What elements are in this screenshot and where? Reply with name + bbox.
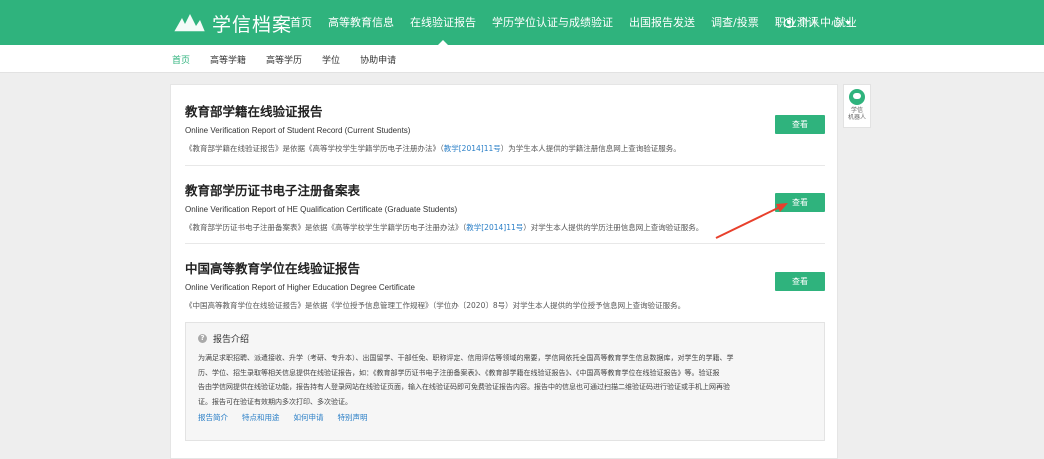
intro-links: 报告简介 特点和用途 如何申请 特别声明	[198, 412, 812, 423]
link-features-uses[interactable]: 特点和用途	[242, 412, 280, 423]
subnav-qualification[interactable]: 高等学历	[266, 53, 302, 66]
report-title: 中国高等教育学位在线验证报告	[185, 261, 361, 276]
robot-avatar-icon	[849, 89, 865, 105]
report-description-text: ）为学生本人提供的学籍注册信息网上查询验证服务。	[500, 144, 681, 153]
intro-title: 报告介绍	[213, 335, 250, 345]
link-how-to-apply[interactable]: 如何申请	[294, 412, 324, 423]
report-item-student-record: 教育部学籍在线验证报告 Online Verification Report o…	[185, 101, 825, 154]
subnav-assist-apply[interactable]: 协助申请	[360, 53, 396, 66]
chevron-down-icon	[845, 20, 851, 25]
regulation-link[interactable]: 教学[2014]11号	[444, 144, 501, 153]
report-subtitle: Online Verification Report of Higher Edu…	[185, 283, 415, 292]
nav-degree-certification[interactable]: 学历学位认证与成绩验证	[492, 0, 613, 45]
view-button[interactable]: 查看	[775, 115, 825, 134]
nav-online-verification-report[interactable]: 在线验证报告	[410, 0, 476, 45]
intro-line: 证。报告可在验证有效期内多次打印、多次验证。	[198, 397, 352, 406]
report-introduction-box: ? 报告介绍 为满足求职招聘、派遣接收、升学（考研、专升本）、出国留学、干部任免…	[185, 322, 825, 441]
widget-label-line1: 学信	[850, 107, 863, 114]
subnav-degree[interactable]: 学位	[322, 53, 340, 66]
report-item-degree: 中国高等教育学位在线验证报告 Online Verification Repor…	[185, 258, 825, 311]
nav-survey-vote[interactable]: 调查/投票	[711, 0, 759, 45]
report-list-panel: 教育部学籍在线验证报告 Online Verification Report o…	[170, 84, 838, 459]
report-title: 教育部学籍在线验证报告	[185, 104, 323, 119]
site-logo[interactable]: 学信档案	[172, 9, 292, 37]
nav-overseas-report[interactable]: 出国报告发送	[629, 0, 695, 45]
view-button[interactable]: 查看	[775, 272, 825, 291]
report-description-text: 《中国高等教育学位在线验证报告》是依据《学位授予信息管理工作规程》（学位办〔20…	[185, 301, 686, 310]
intro-header: ? 报告介绍	[198, 332, 812, 345]
user-center-menu[interactable]: 个人中心	[784, 0, 851, 45]
intro-line: 为满足求职招聘、派遣接收、升学（考研、专升本）、出国留学、干部任免、职称评定、信…	[198, 354, 734, 362]
report-description: 《中国高等教育学位在线验证报告》是依据《学位授予信息管理工作规程》（学位办〔20…	[185, 300, 825, 311]
nav-higher-education-info[interactable]: 高等教育信息	[328, 0, 394, 45]
subnav-home[interactable]: 首页	[172, 53, 190, 66]
question-icon: ?	[198, 334, 207, 343]
subnav-student-record[interactable]: 高等学籍	[210, 53, 246, 66]
sub-navigation: 首页 高等学籍 高等学历 学位 协助申请	[0, 45, 1044, 73]
user-icon	[784, 17, 794, 28]
nav-home[interactable]: 首页	[290, 0, 312, 45]
logo-icon	[174, 14, 205, 33]
intro-line: 历、学位、招生录取等相关信息提供在线验证报告，如：《教育部学历证书电子注册备案表…	[198, 368, 720, 377]
report-description: 《教育部学籍在线验证报告》是依据《高等学校学生学籍学历电子注册办法》（教学[20…	[185, 143, 825, 154]
intro-line: 告由学信网提供在线验证功能，报告持有人登录网站在线验证页面，输入在线验证码即可免…	[198, 383, 730, 391]
report-description-text: ）对学生本人提供的学历注册信息网上查询验证服务。	[523, 223, 704, 232]
report-subtitle: Online Verification Report of Student Re…	[185, 126, 411, 135]
link-special-statement[interactable]: 特别声明	[338, 412, 368, 423]
report-description-text: 《教育部学历证书电子注册备案表》是依据《高等学校学生学籍学历电子注册办法》（	[185, 223, 467, 232]
robot-assistant-widget[interactable]: 学信 机器人	[843, 84, 871, 128]
widget-label-line2: 机器人	[847, 114, 866, 121]
divider	[185, 165, 825, 166]
annotation-arrow-icon	[715, 203, 788, 239]
logo-text: 学信档案	[212, 13, 293, 36]
report-description-text: 《教育部学籍在线验证报告》是依据《高等学校学生学籍学历电子注册办法》（	[185, 144, 444, 153]
regulation-link[interactable]: 教学[2014]11号	[466, 223, 523, 232]
intro-body: 为满足求职招聘、派遣接收、升学（考研、专升本）、出国留学、干部任免、职称评定、信…	[198, 351, 812, 409]
link-report-summary[interactable]: 报告简介	[198, 412, 228, 423]
user-center-label: 个人中心	[798, 16, 842, 29]
top-navigation-bar: 学信档案 首页 高等教育信息 在线验证报告 学历学位认证与成绩验证 出国报告发送…	[0, 0, 1044, 45]
